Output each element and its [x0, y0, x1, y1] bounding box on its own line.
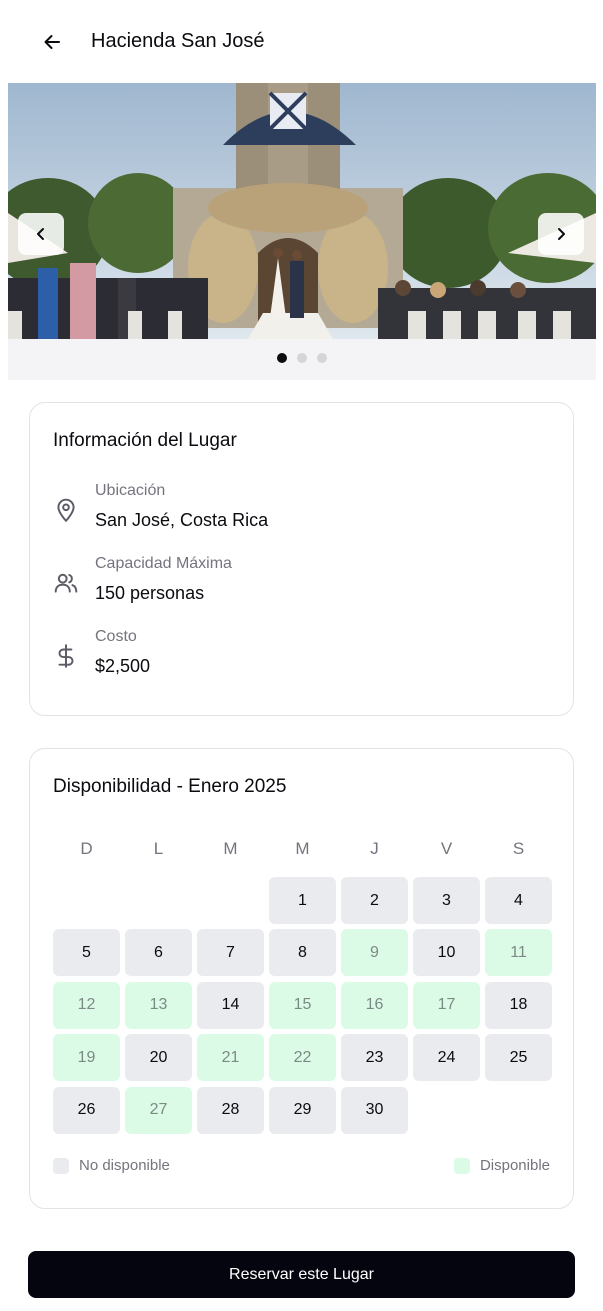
calendar-day-21[interactable]: 21 — [197, 1034, 264, 1082]
legend-unavailable: No disponible — [53, 1157, 170, 1174]
calendar-day-25[interactable]: 25 — [485, 1034, 552, 1082]
chevron-left-icon — [37, 228, 44, 240]
legend-available: Disponible — [453, 1157, 550, 1174]
capacity-label: Capacidad Máxima — [95, 555, 232, 572]
reserve-button[interactable]: Reservar este Lugar — [28, 1251, 575, 1298]
calendar-day-20[interactable]: 20 — [125, 1034, 192, 1082]
gallery-prev-button[interactable] — [18, 213, 64, 255]
arrow-left-icon — [44, 35, 60, 49]
pagination-dot[interactable] — [297, 353, 307, 363]
capacity-row: Capacidad Máxima 150 personas — [53, 554, 553, 610]
calendar-day-10[interactable]: 10 — [413, 929, 480, 977]
calendar-day-2[interactable]: 2 — [341, 877, 408, 924]
pagination-dot[interactable] — [317, 353, 327, 363]
page-title: Hacienda San José — [91, 30, 265, 52]
photo-gallery — [8, 83, 596, 380]
calendar-title: Disponibilidad - Enero 2025 — [53, 776, 287, 797]
calendar-day-4[interactable]: 4 — [485, 877, 552, 924]
weekday-label: J — [370, 839, 379, 858]
venue-photo — [8, 83, 596, 339]
legend-unavailable-swatch — [53, 1157, 69, 1174]
calendar-day-28[interactable]: 28 — [197, 1086, 264, 1134]
weekday-label: M — [295, 839, 310, 858]
weekday-label: D — [80, 839, 93, 858]
calendar-day-16[interactable]: 16 — [341, 981, 408, 1029]
calendar-day-23[interactable]: 23 — [341, 1034, 408, 1082]
weekday-label: S — [512, 839, 525, 858]
calendar-day-14[interactable]: 14 — [197, 981, 264, 1029]
calendar-day-24[interactable]: 24 — [413, 1034, 480, 1082]
calendar-day-18[interactable]: 18 — [485, 981, 552, 1029]
cost-value: $2,500 — [95, 656, 151, 676]
info-card-title: Información del Lugar — [53, 430, 237, 451]
calendar-day-30[interactable]: 30 — [341, 1086, 408, 1134]
calendar-day-17[interactable]: 17 — [413, 981, 480, 1029]
legend-available-label: Disponible — [479, 1157, 550, 1174]
calendar-day-15[interactable]: 15 — [269, 981, 336, 1029]
calendar-day-11[interactable]: 11 — [485, 929, 552, 977]
calendar-day-13[interactable]: 13 — [125, 981, 192, 1029]
location-value: San José, Costa Rica — [95, 510, 269, 530]
gallery-next-button[interactable] — [538, 213, 584, 255]
map-pin-icon — [57, 498, 75, 522]
calendar-day-1[interactable]: 1 — [269, 877, 336, 924]
calendar-day-8[interactable]: 8 — [269, 929, 336, 977]
calendar-day-29[interactable]: 29 — [269, 1086, 336, 1134]
weekday-label: V — [440, 839, 453, 858]
location-label: Ubicación — [95, 482, 166, 499]
gallery-pagination — [8, 353, 596, 363]
availability-card: Disponibilidad - Enero 2025 DLMMJVS 1234… — [29, 748, 574, 1209]
app-header: Hacienda San José — [0, 0, 603, 82]
users-icon — [54, 573, 78, 593]
legend-unavailable-label: No disponible — [79, 1157, 170, 1174]
venue-photo-illustration — [8, 83, 596, 339]
chevron-right-icon — [558, 228, 565, 240]
cost-row: Costo $2,500 — [53, 627, 553, 683]
location-row: Ubicación San José, Costa Rica — [53, 481, 553, 537]
cost-label: Costo — [95, 628, 137, 645]
calendar-day-6[interactable]: 6 — [125, 929, 192, 977]
calendar-day-19[interactable]: 19 — [53, 1034, 120, 1082]
venue-info-card: Información del Lugar Ubicación San José… — [29, 402, 574, 716]
calendar-day-9[interactable]: 9 — [341, 929, 408, 977]
capacity-value: 150 personas — [95, 583, 205, 603]
dollar-icon — [58, 644, 74, 668]
calendar-day-7[interactable]: 7 — [197, 929, 264, 977]
calendar-day-27[interactable]: 27 — [125, 1086, 192, 1134]
weekday-label: M — [223, 839, 238, 858]
back-button[interactable] — [36, 28, 68, 56]
pagination-dot[interactable] — [277, 353, 287, 363]
calendar-day-3[interactable]: 3 — [413, 877, 480, 924]
legend-available-swatch — [453, 1157, 470, 1174]
calendar-day-26[interactable]: 26 — [53, 1086, 120, 1134]
weekday-label: L — [153, 839, 164, 858]
calendar-day-22[interactable]: 22 — [269, 1034, 336, 1082]
calendar-day-5[interactable]: 5 — [53, 929, 120, 977]
calendar-day-12[interactable]: 12 — [53, 981, 120, 1029]
